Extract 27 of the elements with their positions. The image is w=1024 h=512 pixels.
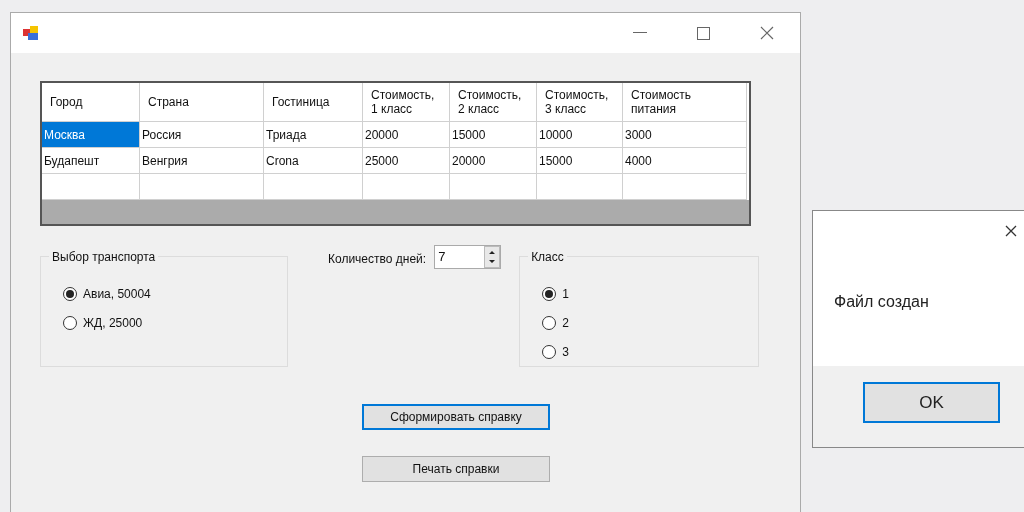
ok-button[interactable]: OK: [863, 382, 1000, 423]
table-cell[interactable]: 15000: [450, 122, 537, 148]
table-cell[interactable]: 4000: [623, 148, 747, 174]
dialog-message: Файл создан: [834, 292, 930, 312]
table-cell[interactable]: 15000: [537, 148, 623, 174]
table-cell[interactable]: Россия: [140, 122, 264, 148]
action-button[interactable]: Печать справки: [362, 456, 550, 482]
table-cell[interactable]: 20000: [450, 148, 537, 174]
table-cell[interactable]: 25000: [363, 148, 450, 174]
radio-label: 2: [562, 314, 569, 332]
table-cell[interactable]: 10000: [537, 122, 623, 148]
radio-label: ЖД, 25000: [83, 314, 143, 332]
table-cell[interactable]: Будапешт: [42, 148, 140, 174]
radio-label: 1: [562, 285, 569, 303]
days-value: 7: [437, 248, 447, 266]
table-cell[interactable]: Триада: [264, 122, 363, 148]
table-cell[interactable]: Венгрия: [140, 148, 264, 174]
days-label: Количество дней:: [328, 251, 427, 268]
group-title: Выбор транспорта: [49, 248, 159, 266]
days-spinner[interactable]: 7: [434, 245, 502, 269]
table-cell[interactable]: Москва: [42, 122, 140, 148]
table-cell[interactable]: Crona: [264, 148, 363, 174]
radio-label: 3: [562, 343, 569, 361]
table-cell[interactable]: 3000: [623, 122, 747, 148]
radio-label: Авиа, 50004: [83, 285, 151, 303]
table-cell[interactable]: 20000: [363, 122, 450, 148]
action-button[interactable]: Сформировать справку: [362, 404, 550, 430]
